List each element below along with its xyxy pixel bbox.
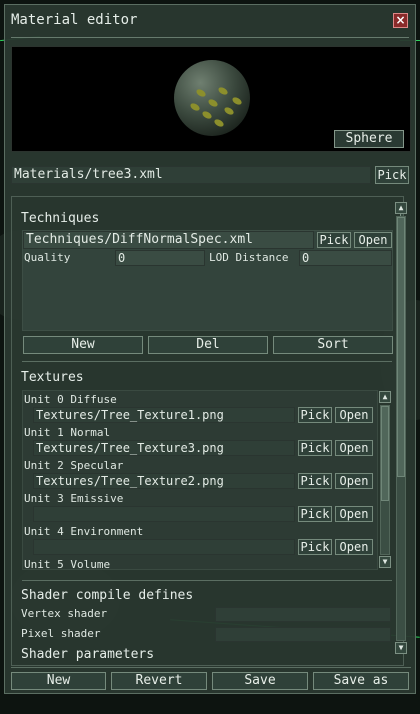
close-icon[interactable]: × — [393, 13, 408, 28]
texture-file-field[interactable]: Textures/Tree_Texture1.png — [33, 407, 295, 423]
panel-scrollbar-thumb[interactable] — [397, 217, 405, 477]
quality-label: Quality — [24, 251, 71, 264]
material-editor-window: Material editor × Sphere Materials/tree3… — [4, 4, 416, 694]
quality-field[interactable]: 0 — [115, 250, 205, 266]
technique-new-button[interactable]: New — [23, 336, 143, 354]
texture-open-button[interactable]: Open — [335, 473, 373, 489]
panel-scroll-down-icon[interactable]: ▼ — [395, 642, 407, 654]
save-button[interactable]: Save — [212, 672, 308, 690]
footer-divider — [11, 667, 411, 668]
section-divider — [22, 361, 392, 362]
technique-sort-button[interactable]: Sort — [273, 336, 393, 354]
techniques-list[interactable]: Techniques/DiffNormalSpec.xml Pick Open … — [22, 230, 393, 331]
material-path-field[interactable]: Materials/tree3.xml — [11, 166, 371, 184]
section-divider — [22, 580, 392, 581]
texture-unit-label: Unit 1 Normal — [24, 426, 111, 439]
new-material-button[interactable]: New — [11, 672, 106, 690]
texture-open-button[interactable]: Open — [335, 440, 373, 456]
textures-scrollbar-thumb[interactable] — [381, 406, 389, 501]
title-divider — [11, 37, 409, 38]
textures-scroll-down-icon[interactable]: ▼ — [379, 556, 391, 568]
texture-file-field[interactable] — [33, 539, 295, 555]
textures-scroll-up-icon[interactable]: ▲ — [379, 391, 391, 403]
textures-list: Unit 0 Diffuse Textures/Tree_Texture1.pn… — [22, 390, 378, 570]
lod-distance-field[interactable]: 0 — [299, 250, 392, 266]
texture-file-field[interactable]: Textures/Tree_Texture3.png — [33, 440, 295, 456]
texture-open-button[interactable]: Open — [335, 407, 373, 423]
technique-open-button[interactable]: Open — [354, 232, 392, 248]
texture-unit-label: Unit 0 Diffuse — [24, 393, 117, 406]
texture-file-field[interactable] — [33, 506, 295, 522]
pixel-shader-field[interactable] — [215, 627, 391, 642]
save-as-button[interactable]: Save as — [313, 672, 409, 690]
texture-unit-label: Unit 4 Environment — [24, 525, 144, 538]
vertex-shader-label: Vertex shader — [21, 607, 108, 620]
properties-panel: Techniques Techniques/DiffNormalSpec.xml… — [11, 196, 404, 666]
material-preview[interactable]: Sphere — [11, 46, 411, 152]
textures-heading: Textures — [21, 370, 84, 385]
texture-open-button[interactable]: Open — [335, 539, 373, 555]
texture-pick-button[interactable]: Pick — [298, 407, 332, 423]
texture-pick-button[interactable]: Pick — [298, 539, 332, 555]
techniques-heading: Techniques — [21, 211, 100, 226]
texture-unit-label: Unit 2 Specular — [24, 459, 124, 472]
preview-shape-button[interactable]: Sphere — [334, 130, 404, 148]
technique-pick-button[interactable]: Pick — [317, 232, 351, 248]
material-pick-button[interactable]: Pick — [375, 166, 409, 184]
texture-pick-button[interactable]: Pick — [298, 506, 332, 522]
technique-path-field[interactable]: Techniques/DiffNormalSpec.xml — [23, 231, 314, 249]
revert-button[interactable]: Revert — [111, 672, 207, 690]
pixel-shader-label: Pixel shader — [21, 627, 101, 640]
texture-unit-label: Unit 3 Emissive — [24, 492, 124, 505]
texture-pick-button[interactable]: Pick — [298, 473, 332, 489]
vertex-shader-field[interactable] — [215, 607, 391, 622]
texture-pick-button[interactable]: Pick — [298, 440, 332, 456]
texture-open-button[interactable]: Open — [335, 506, 373, 522]
texture-file-field[interactable]: Textures/Tree_Texture2.png — [33, 473, 295, 489]
shader-defines-heading: Shader compile defines — [21, 588, 194, 603]
preview-sphere — [174, 60, 250, 136]
technique-delete-button[interactable]: Del — [148, 336, 268, 354]
shader-parameters-heading: Shader parameters — [21, 647, 155, 662]
window-title: Material editor — [11, 12, 138, 28]
panel-scroll-up-icon[interactable]: ▲ — [395, 202, 407, 214]
lod-distance-label: LOD Distance — [209, 251, 289, 264]
texture-unit-label: Unit 5 Volume — [24, 558, 111, 570]
